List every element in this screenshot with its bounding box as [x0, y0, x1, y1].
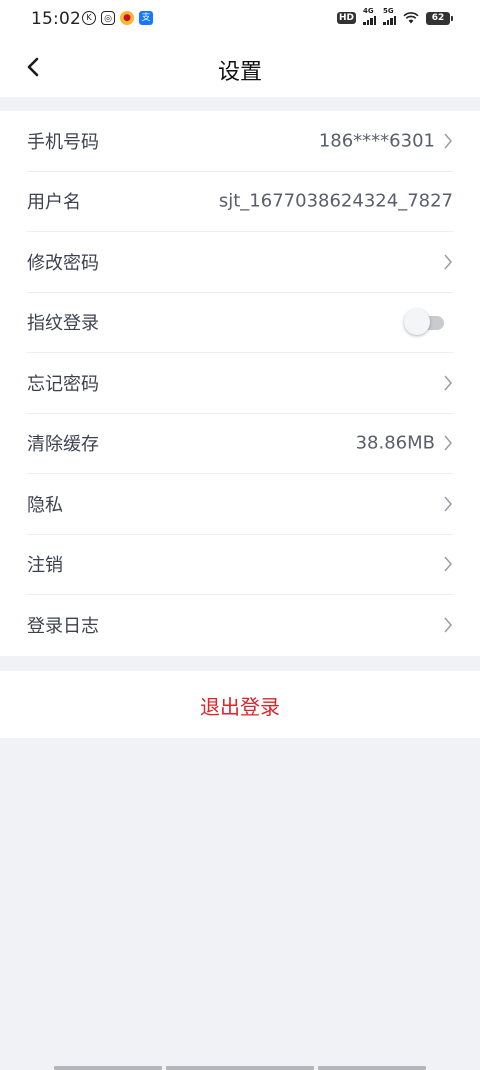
chevron-right-icon: [444, 556, 452, 572]
settings-row-label: 用户名: [27, 192, 81, 214]
camera-app-icon: ◎: [101, 11, 115, 25]
settings-row-deactivate[interactable]: 注销: [27, 535, 453, 595]
cache-size-value: 38.86MB: [355, 432, 435, 454]
navigation-bar: 设置: [0, 38, 480, 97]
chevron-right-icon: [444, 375, 452, 391]
settings-row-label: 清除缓存: [27, 434, 99, 456]
settings-row-login-log[interactable]: 登录日志: [27, 595, 453, 656]
username-value: sjt_1677038624324_7827: [218, 190, 453, 212]
gesture-bar-left: [54, 1066, 162, 1070]
settings-row-clear-cache[interactable]: 清除缓存 38.86MB: [27, 414, 453, 474]
settings-row-privacy[interactable]: 隐私: [27, 474, 453, 535]
status-time: 15:02: [31, 9, 81, 29]
settings-row-label: 修改密码: [27, 252, 99, 274]
settings-row-fingerprint-login: 指纹登录: [27, 293, 453, 353]
settings-row-label: 隐私: [27, 494, 63, 516]
hd-icon: HD: [336, 12, 356, 24]
settings-row-label: 手机号码: [27, 131, 99, 153]
toggle-knob: [404, 309, 430, 336]
chevron-right-icon: [444, 133, 452, 149]
system-indicators: HD 4G 5G 62: [336, 7, 453, 25]
settings-row-label: 登录日志: [27, 616, 99, 638]
settings-row-forgot-password[interactable]: 忘记密码: [27, 353, 453, 414]
gesture-bar-right: [318, 1066, 426, 1070]
chevron-right-icon: [444, 435, 452, 451]
settings-list: 手机号码 186****6301 用户名 sjt_1677038624324_7…: [0, 111, 480, 656]
settings-row-label: 注销: [27, 555, 63, 577]
signal-5g-icon: 5G: [383, 7, 396, 25]
settings-row-label: 指纹登录: [27, 313, 99, 335]
chevron-right-icon: [444, 254, 452, 270]
signal-4g-label: 4G: [363, 7, 374, 15]
signal-4g-icon: 4G: [363, 7, 376, 25]
k-app-icon: K: [82, 11, 96, 25]
chevron-right-icon: [444, 617, 452, 633]
battery-icon: 62: [426, 11, 453, 25]
gesture-bar-center: [166, 1066, 314, 1070]
alipay-icon: 支: [139, 11, 153, 25]
chevron-right-icon: [444, 496, 452, 512]
settings-row-phone[interactable]: 手机号码 186****6301: [27, 111, 453, 172]
wifi-icon: [403, 12, 419, 24]
notification-icons: K ◎ ● 支: [82, 11, 153, 25]
page-title: 设置: [217, 60, 262, 85]
logout-label: 退出登录: [200, 695, 280, 719]
status-bar: 15:02 K ◎ ● 支 HD 4G 5G 62: [0, 0, 480, 38]
logout-button[interactable]: 退出登录: [0, 671, 480, 738]
settings-row-label: 忘记密码: [27, 373, 99, 395]
settings-row-username: 用户名 sjt_1677038624324_7827: [27, 172, 453, 232]
weibo-icon: ●: [120, 11, 134, 25]
settings-row-change-password[interactable]: 修改密码: [27, 232, 453, 293]
fingerprint-login-toggle[interactable]: [404, 309, 444, 336]
phone-number-value: 186****6301: [318, 130, 435, 152]
signal-5g-label: 5G: [383, 7, 394, 15]
